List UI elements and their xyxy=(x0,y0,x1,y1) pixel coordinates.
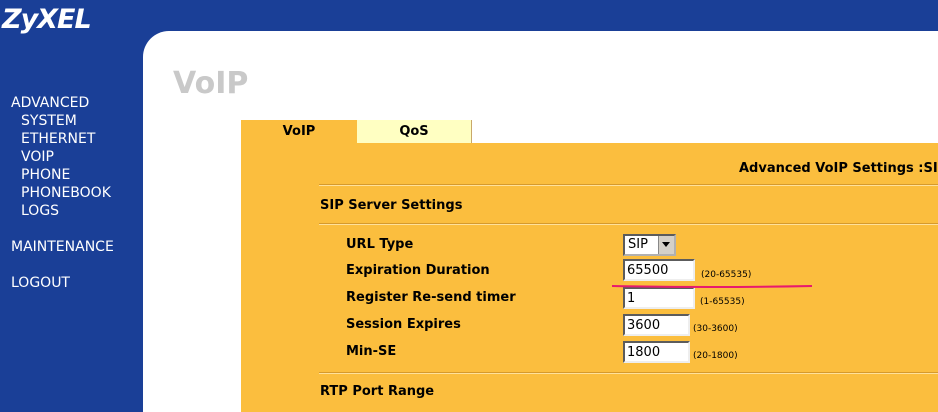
nav-phone[interactable]: PHONE xyxy=(21,166,70,184)
tab-voip[interactable]: VoIP xyxy=(241,120,357,143)
nav-logout[interactable]: LOGOUT xyxy=(11,274,70,292)
nav-phonebook[interactable]: PHONEBOOK xyxy=(21,184,111,202)
session-expires-range: (30-3600) xyxy=(693,324,738,334)
rtp-port-range-title: RTP Port Range xyxy=(320,384,435,399)
tab-qos[interactable]: QoS xyxy=(357,120,472,143)
url-type-select[interactable]: SIP xyxy=(623,234,676,256)
nav-logs[interactable]: LOGS xyxy=(21,202,59,220)
sidebar: ZyXEL ADVANCED SYSTEM ETHERNET VOIP PHON… xyxy=(0,0,143,412)
expiration-duration-input[interactable] xyxy=(623,259,695,281)
nav-advanced[interactable]: ADVANCED xyxy=(11,94,89,112)
url-type-value: SIP xyxy=(628,237,648,252)
nav-system[interactable]: SYSTEM xyxy=(21,112,77,130)
min-se-label: Min-SE xyxy=(346,344,397,359)
nav-maintenance[interactable]: MAINTENANCE xyxy=(11,238,114,256)
min-se-input[interactable] xyxy=(623,341,690,363)
min-se-range: (20-1800) xyxy=(693,351,738,361)
nav-voip[interactable]: VOIP xyxy=(21,148,54,166)
expiration-duration-range: (20-65535) xyxy=(701,270,752,280)
section-heading: Advanced VoIP Settings :SIP xyxy=(739,161,938,176)
divider xyxy=(319,372,938,374)
sip-server-settings-title: SIP Server Settings xyxy=(320,198,463,213)
expiration-duration-label: Expiration Duration xyxy=(346,263,490,278)
chevron-down-icon xyxy=(662,242,670,247)
divider xyxy=(319,184,938,186)
zyxel-logo: ZyXEL xyxy=(2,4,92,35)
page-title: VoIP xyxy=(173,66,249,101)
register-resend-label: Register Re-send timer xyxy=(346,290,516,305)
annotation-underline xyxy=(612,285,813,288)
divider xyxy=(319,223,938,225)
session-expires-label: Session Expires xyxy=(346,317,461,332)
session-expires-input[interactable] xyxy=(623,314,690,336)
url-type-label: URL Type xyxy=(346,237,414,252)
dropdown-arrow[interactable] xyxy=(658,236,674,254)
register-resend-range: (1-65535) xyxy=(700,297,745,307)
nav-ethernet[interactable]: ETHERNET xyxy=(21,130,95,148)
